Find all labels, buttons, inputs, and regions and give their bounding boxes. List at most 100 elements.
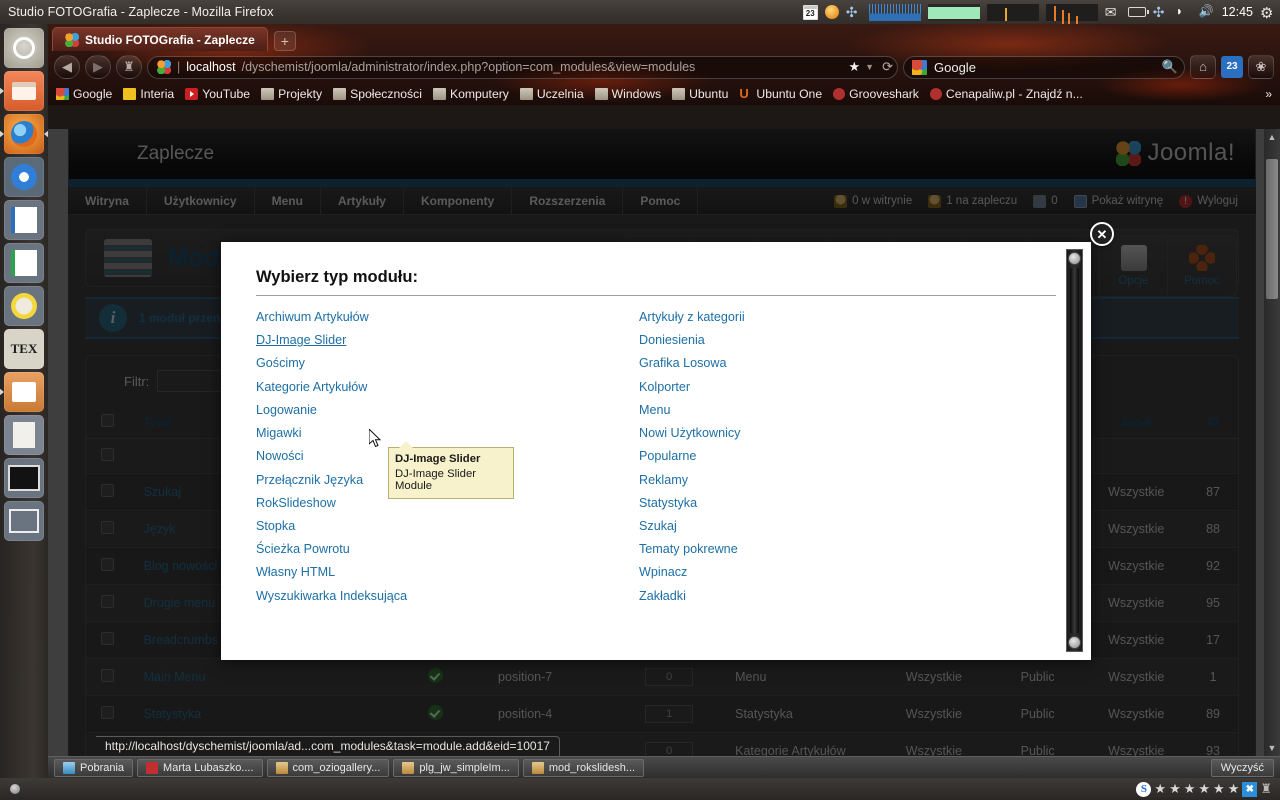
menu-komponenty[interactable]: Komponenty: [404, 187, 513, 214]
extension-icon[interactable]: ✖: [1242, 781, 1258, 797]
memory-graph-icon[interactable]: [927, 3, 980, 21]
module-type-link[interactable]: Kolporter: [639, 376, 1022, 399]
module-type-link[interactable]: Gościmy: [256, 352, 639, 375]
scrollbar-thumb[interactable]: [1266, 159, 1278, 299]
row-checkbox[interactable]: [101, 484, 115, 497]
calendar-extension-icon[interactable]: 23: [1221, 56, 1243, 78]
module-type-link[interactable]: Stopka: [256, 515, 639, 538]
launcher-rstudio-icon[interactable]: [0, 372, 44, 412]
row-checkbox[interactable]: [101, 521, 115, 534]
menu-artykuly[interactable]: Artykuły: [321, 187, 404, 214]
module-type-link[interactable]: Reklamy: [639, 469, 1022, 492]
reload-icon[interactable]: ⟳: [882, 59, 893, 75]
module-type-link[interactable]: Zakładki: [639, 585, 1022, 608]
bookmark-grooveshark[interactable]: Grooveshark: [833, 87, 919, 101]
menu-pomoc[interactable]: Pomoc: [623, 187, 699, 214]
disk-graph-icon[interactable]: [1045, 3, 1098, 21]
bookmark-ubuntu-one[interactable]: U Ubuntu One: [739, 87, 822, 101]
launcher-notes-icon[interactable]: [4, 415, 44, 455]
battery-icon[interactable]: [1127, 7, 1149, 17]
module-type-link[interactable]: Archiwum Artykułów: [256, 306, 639, 329]
module-type-link[interactable]: Szukaj: [639, 515, 1022, 538]
module-type-link[interactable]: Statystyka: [639, 492, 1022, 515]
toolbar-options-button[interactable]: Opcje: [1100, 237, 1168, 295]
module-type-link[interactable]: Własny HTML: [256, 561, 639, 584]
table-row[interactable]: Statystyka position-4 1 Statystyka Wszystkie…: [86, 695, 1238, 733]
tab-active[interactable]: Studio FOTOGrafia - Zaplecze: [52, 27, 268, 51]
chevron-down-icon[interactable]: ▼: [865, 62, 874, 72]
bookmark-uczelnia[interactable]: Uczelnia: [519, 87, 584, 101]
row-checkbox[interactable]: [101, 706, 115, 719]
select-all-checkbox[interactable]: [101, 414, 115, 427]
module-type-link[interactable]: Wpinacz: [639, 561, 1022, 584]
row-checkbox[interactable]: [101, 595, 115, 608]
close-icon[interactable]: ✕: [1090, 222, 1114, 246]
task-com-oziogallery[interactable]: com_oziogallery...: [266, 758, 390, 777]
launcher-terminal-icon[interactable]: [4, 458, 44, 498]
page-scrollbar[interactable]: ▲ ▼: [1264, 129, 1280, 756]
toolbar-help-button[interactable]: Pomoc: [1168, 237, 1236, 295]
wifi-icon[interactable]: [1176, 4, 1192, 20]
search-input[interactable]: Google: [934, 60, 976, 75]
th-language[interactable]: Język: [1084, 406, 1189, 439]
published-icon[interactable]: [428, 668, 444, 683]
status-visitors[interactable]: 0 w witrynie: [834, 194, 912, 208]
home-button[interactable]: ⌂: [1190, 55, 1216, 79]
bookmark-cenapaliw[interactable]: Cenapaliw.pl - Znajdź n...: [929, 87, 1083, 101]
brightness-icon[interactable]: [824, 5, 839, 19]
row-checkbox[interactable]: [101, 448, 115, 461]
sync-button[interactable]: ❀: [1248, 55, 1274, 79]
bookmark-star-icon[interactable]: ★: [849, 59, 861, 75]
status-preview[interactable]: Pokaż witrynę: [1073, 194, 1163, 208]
address-bar[interactable]: | localhost/dyschemist/joomla/administra…: [147, 55, 898, 79]
bookmark-windows[interactable]: Windows: [594, 87, 661, 101]
bookmark-komputery[interactable]: Komputery: [432, 87, 509, 101]
task-mod-rokslideshow[interactable]: mod_rokslidesh...: [522, 758, 645, 777]
module-type-link[interactable]: Ścieżka Powrotu: [256, 538, 639, 561]
module-type-link[interactable]: Artykuły z kategorii: [639, 306, 1022, 329]
status-messages[interactable]: 0: [1033, 194, 1058, 208]
bookmark-google[interactable]: Google: [56, 87, 112, 101]
task-plg-jw-simpleimage[interactable]: plg_jw_simpleIm...: [393, 758, 519, 777]
task-marta-lubaszko[interactable]: Marta Lubaszko....: [137, 758, 263, 777]
scroll-down-icon[interactable]: ▼: [1267, 743, 1277, 753]
module-type-link[interactable]: Migawki: [256, 422, 639, 445]
scroll-up-icon[interactable]: ▲: [1267, 132, 1277, 142]
module-type-link[interactable]: Menu: [639, 399, 1022, 422]
menu-uzytkownicy[interactable]: Użytkownicy: [147, 187, 255, 214]
modal-scroll-track[interactable]: [1070, 268, 1079, 633]
home-nav-icon[interactable]: ♜: [116, 55, 142, 79]
order-input[interactable]: 1: [645, 705, 694, 723]
table-row[interactable]: Main Menu position-7 0 Menu Wszystkie Public W…: [86, 658, 1238, 696]
module-type-link[interactable]: Wyszukiwarka Indeksująca: [256, 585, 639, 608]
row-checkbox[interactable]: [101, 669, 115, 682]
menu-rozszerzenia[interactable]: Rozszerzenia: [512, 187, 624, 214]
bluetooth-status-icon[interactable]: ✣: [1153, 4, 1169, 20]
menu-witryna[interactable]: Witryna: [68, 187, 147, 214]
new-tab-button[interactable]: +: [273, 31, 296, 51]
menu-menu[interactable]: Menu: [255, 187, 321, 214]
bluetooth-icon[interactable]: ✣: [846, 4, 862, 20]
gear-icon[interactable]: [1260, 4, 1276, 20]
modal-scroll-up-icon[interactable]: [1068, 252, 1081, 265]
task-pobrania[interactable]: Pobrania: [54, 758, 134, 777]
module-type-link[interactable]: Kategorie Artykułów: [256, 376, 639, 399]
module-type-link[interactable]: Grafika Losowa: [639, 352, 1022, 375]
launcher-chromium-icon[interactable]: [4, 157, 44, 197]
launcher-ubuntu-dash-icon[interactable]: [4, 28, 44, 68]
module-type-link[interactable]: Logowanie: [256, 399, 639, 422]
status-admins[interactable]: 1 na zapleczu: [928, 194, 1017, 208]
bookmark-interia[interactable]: Interia: [123, 87, 174, 101]
launcher-texmaker-icon[interactable]: TEX: [4, 329, 44, 369]
launcher-libreoffice-calc-icon[interactable]: [4, 243, 44, 283]
order-input[interactable]: 0: [645, 668, 694, 686]
back-button[interactable]: ◀: [54, 55, 80, 79]
modal-scroll-down-icon[interactable]: [1068, 636, 1081, 649]
bookmarks-overflow-icon[interactable]: »: [1265, 87, 1272, 101]
volume-icon[interactable]: 🔊: [1199, 4, 1215, 20]
bookmark-ubuntu[interactable]: Ubuntu: [672, 87, 728, 101]
module-type-link[interactable]: Doniesienia: [639, 329, 1022, 352]
calendar-icon[interactable]: 23: [802, 4, 818, 20]
skype-icon[interactable]: S: [1136, 781, 1152, 797]
bookmark-spolecznosci[interactable]: Społeczności: [333, 87, 422, 101]
